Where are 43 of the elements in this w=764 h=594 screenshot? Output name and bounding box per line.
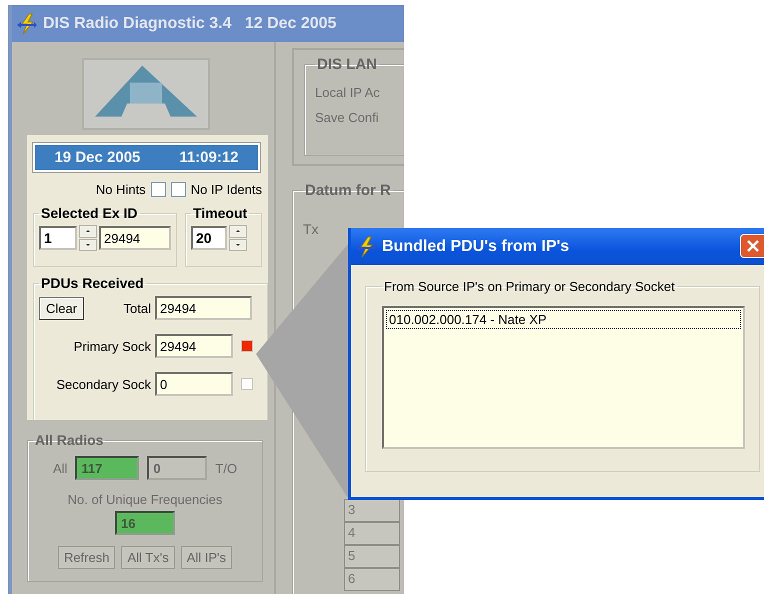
checkbox[interactable] — [150, 182, 166, 197]
group-title: From Source IP's on Primary or Secondary Socket — [383, 279, 676, 294]
clear-button[interactable]: Clear — [39, 296, 84, 320]
field-label: Tx — [303, 221, 320, 237]
close-button[interactable] — [740, 234, 764, 258]
lightning-icon — [355, 236, 377, 258]
field-label: Total — [124, 300, 151, 316]
row-number: 6 — [344, 568, 400, 591]
group-title: Timeout — [192, 205, 248, 221]
field-label: Primary Sock — [74, 338, 151, 354]
field-label: Secondary Sock — [56, 376, 151, 392]
count-field: 117 — [75, 456, 140, 480]
value-field[interactable]: 29494 — [155, 296, 252, 320]
time-text: 11:09:12 — [179, 149, 239, 166]
field-label: T/O — [215, 460, 238, 476]
option-label: No Hints — [96, 182, 146, 197]
row-number: 5 — [344, 545, 400, 568]
field-label: Save Confi — [315, 110, 380, 125]
checkbox[interactable] — [170, 182, 186, 197]
option-label: No IP Idents — [190, 182, 262, 197]
count-field: 0 — [147, 456, 208, 480]
close-icon — [744, 238, 760, 254]
row-number: 3 — [344, 499, 400, 522]
count-field: 16 — [115, 511, 175, 535]
dialog-title: Bundled PDU's from IP's — [382, 238, 570, 256]
field-label: All — [52, 460, 68, 476]
date-text: 19 Dec 2005 — [54, 149, 140, 166]
list-item[interactable]: 010.002.000.174 - Nate XP — [386, 310, 741, 329]
value-field[interactable]: 29494 — [99, 226, 171, 250]
value-field[interactable]: 0 — [155, 372, 233, 396]
field-label: Local IP Ac — [315, 85, 381, 100]
field-label: No. of Unique Frequencies — [66, 492, 224, 507]
value-field[interactable]: 29494 — [155, 334, 233, 358]
lightning-icon — [16, 12, 38, 34]
logo-icon — [82, 58, 210, 130]
row-number: 4 — [344, 522, 400, 545]
spin-field[interactable]: 20 — [191, 226, 227, 250]
spin-buttons[interactable] — [229, 225, 247, 251]
spin-field[interactable]: 1 — [39, 226, 77, 250]
spin-buttons[interactable] — [79, 225, 97, 251]
window-title: DIS Radio Diagnostic 3.4 12 Dec 2005 — [43, 14, 336, 32]
group-title: PDUs Received — [40, 275, 145, 291]
group-title: Selected Ex ID — [40, 205, 138, 221]
